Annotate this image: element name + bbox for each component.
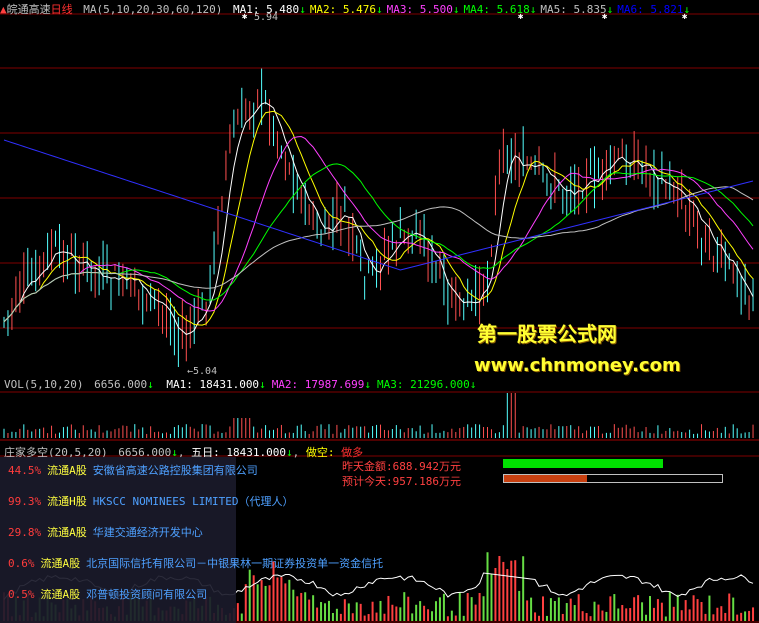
- shareholder-type: 流通A股: [40, 557, 81, 570]
- yesterday-amount-label: 昨天金额:: [342, 460, 393, 473]
- shareholder-row: 99.3% 流通H股 HKSCC NOMINEES LIMITED（代理人）: [8, 495, 293, 508]
- event-marker-icon[interactable]: ✱: [242, 12, 247, 22]
- action-label: 做空:: [305, 446, 335, 459]
- shareholder-pct: 99.3%: [8, 495, 42, 508]
- yesterday-amount: 昨天金额:688.942万元: [342, 458, 461, 474]
- volume-value: 6656.000: [94, 378, 148, 391]
- ma-arrow: ↓: [376, 3, 383, 16]
- ma-line-1: [3, 102, 754, 335]
- ma-arrow: ↓: [452, 3, 460, 16]
- shareholder-name[interactable]: 北京国际信托有限公司－中银果林一期证券投资单一资金信托: [86, 557, 383, 570]
- volume-ma-arrow: ↓: [469, 378, 477, 391]
- shareholder-type: 流通A股: [40, 588, 81, 601]
- estimated-amount-bar-fill: [504, 475, 587, 482]
- stock-title[interactable]: 皖通高速: [7, 3, 51, 16]
- ma-values: MA1: 5.480↓ MA2: 5.476↓ MA3: 5.500↓ MA4: 5.…: [229, 3, 690, 16]
- event-marker-icon[interactable]: ✱: [518, 12, 523, 22]
- estimated-amount-label: 预计今天:: [342, 475, 393, 488]
- event-marker-icon[interactable]: ✱: [602, 12, 607, 22]
- volume-ma-values: MA1: 18431.000↓ MA2: 17987.699↓ MA3: 21296…: [160, 378, 476, 391]
- event-marker-icon[interactable]: ✱: [682, 12, 687, 22]
- shareholder-type: 流通H股: [47, 495, 87, 508]
- volume-ma-arrow: ↓: [259, 378, 266, 391]
- shareholder-name[interactable]: 邓普顿投资顾问有限公司: [86, 588, 207, 601]
- volume-ma-value-3: MA3: 21296.000: [377, 378, 470, 391]
- shareholder-type: 流通A股: [47, 464, 87, 477]
- ma-params: MA(5,10,20,30,60,120): [83, 3, 223, 16]
- estimated-amount: 预计今天:957.186万元: [342, 473, 461, 489]
- shareholder-name[interactable]: HKSCC NOMINEES LIMITED（代理人）: [93, 495, 294, 508]
- ma-line-2: [3, 110, 754, 326]
- shareholder-pct: 0.6%: [8, 557, 35, 570]
- shareholder-pct: 0.5%: [8, 588, 35, 601]
- zj-separator: ,: [292, 446, 300, 459]
- volume-arrow: ↓: [147, 378, 154, 391]
- yesterday-amount-bar-fill: [503, 459, 663, 468]
- ma-value-5: MA5: 5.835: [540, 3, 607, 16]
- shareholder-row: 0.5% 流通A股 邓普顿投资顾问有限公司: [8, 588, 207, 601]
- shareholder-name[interactable]: 华建交通经济开发中心: [93, 526, 203, 539]
- shareholder-pct: 44.5%: [8, 464, 42, 477]
- watermark-title: 第一股票公式网: [477, 322, 617, 346]
- period-label[interactable]: 日线: [51, 3, 73, 16]
- ma-value-2: MA2: 5.476: [309, 3, 377, 16]
- yesterday-amount-value: 688.942万元: [392, 460, 461, 473]
- chart-header: ▲皖通高速日线 MA(5,10,20,30,60,120) MA1: 5.480…: [0, 1, 690, 17]
- ma-arrow: ↓: [606, 3, 614, 16]
- estimated-amount-value: 957.186万元: [392, 475, 461, 488]
- volume-ma-value-1: MA1: 18431.000: [166, 378, 260, 391]
- volume-label: VOL(5,10,20): [4, 378, 84, 391]
- ma-line-4: [3, 163, 754, 323]
- shareholder-type: 流通A股: [47, 526, 87, 539]
- shareholder-row: 29.8% 流通A股 华建交通经济开发中心: [8, 526, 203, 539]
- estimated-amount-bar: [503, 474, 723, 483]
- shareholder-row: 0.6% 流通A股 北京国际信托有限公司－中银果林一期证券投资单一资金信托: [8, 557, 383, 570]
- five-day-arrow: ↓: [285, 446, 293, 459]
- shareholder-name[interactable]: 安徽省高速公路控股集团有限公司: [93, 464, 258, 477]
- shareholder-row: 44.5% 流通A股 安徽省高速公路控股集团有限公司: [8, 464, 258, 477]
- ma-value-3: MA3: 5.500: [386, 3, 453, 16]
- volume-ma-value-2: MA2: 17987.699: [271, 378, 365, 391]
- ma-arrow: ↓: [299, 3, 306, 16]
- watermark-url: www.chnmoney.com: [474, 355, 681, 376]
- ma-arrow: ↓: [529, 3, 537, 16]
- low-price-label: ←5.04: [187, 366, 218, 377]
- volume-ma-arrow: ↓: [364, 378, 372, 391]
- volume-header: VOL(5,10,20) 6656.000↓ MA1: 18431.000↓ MA…: [4, 378, 476, 391]
- high-price-label: 5.94: [254, 12, 279, 23]
- shareholder-pct: 29.8%: [8, 526, 42, 539]
- yesterday-amount-bar: [503, 459, 663, 468]
- stock-icon: ▲: [0, 3, 7, 16]
- ma-value-6: MA6: 5.821: [617, 3, 684, 16]
